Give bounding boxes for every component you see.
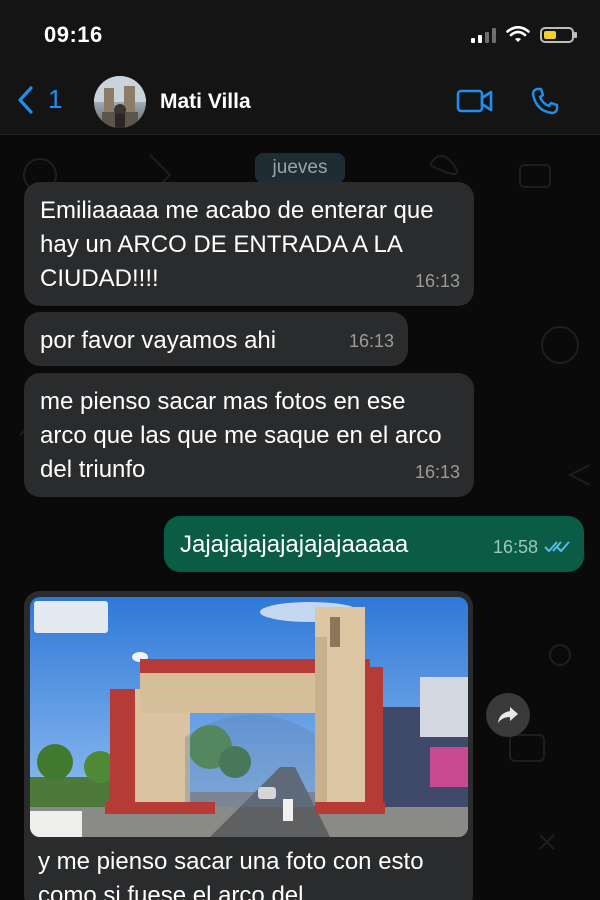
battery-icon [540,27,577,43]
message-time: 16:13 [348,331,394,351]
incoming-message[interactable]: Emiliaaaaa me acabo de enterar que hay u… [24,182,474,306]
clock: 09:16 [44,22,103,47]
chevron-left-icon [18,85,33,114]
message-text: me pienso sacar mas fotos en ese arco qu… [40,388,442,483]
status-bar: 09:16 [0,0,600,70]
street-view-photo[interactable] [30,597,468,837]
forward-button[interactable] [486,693,530,737]
image-caption: y me pienso sacar una foto con esto como… [38,848,424,900]
avatar-photo [94,76,146,128]
chat-header: 1 Mati Villa [0,70,600,135]
video-call-icon[interactable] [456,88,494,114]
date-divider: jueves [255,153,345,183]
message-text: por favor vayamos ahi [40,327,277,354]
forward-icon [498,707,518,723]
chat-area[interactable]: jueves Emiliaaaaa me acabo de enterar qu… [0,135,600,900]
message-text: Emiliaaaaa me acabo de enterar que hay u… [40,197,434,292]
contact-name[interactable]: Mati Villa [160,90,251,114]
wifi-icon [506,26,530,42]
phone-icon[interactable] [530,86,560,116]
status-icons [471,26,577,44]
incoming-message[interactable]: por favor vayamos ahi 16:13 [24,312,408,366]
back-button[interactable]: 1 [16,84,62,115]
image-message[interactable]: y me pienso sacar una foto con esto como… [24,591,473,900]
arch-image [30,597,468,837]
double-check-icon [544,541,570,553]
unread-count: 1 [48,84,63,114]
message-time: 16:58 [492,537,538,557]
outgoing-message[interactable]: Jajajajajajajajajaaaaa 16:58 [164,516,584,572]
incoming-message[interactable]: me pienso sacar mas fotos en ese arco qu… [24,373,474,497]
avatar[interactable] [94,76,146,128]
message-text: Jajajajajajajajajaaaaa [180,531,409,558]
message-time: 16:13 [414,462,460,482]
message-time: 16:13 [414,271,460,291]
signal-icon [471,27,496,43]
